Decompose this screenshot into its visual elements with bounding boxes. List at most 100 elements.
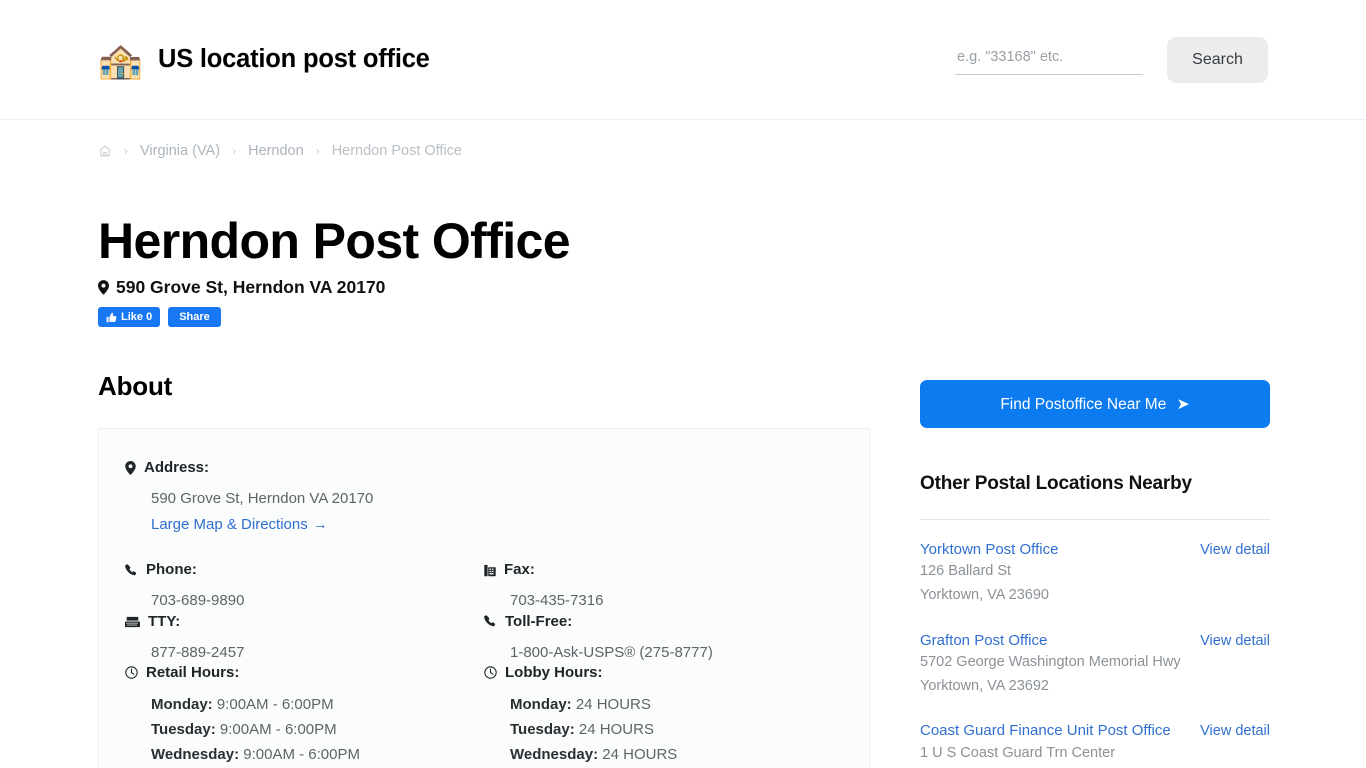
lobby-hours-label: Lobby Hours: (505, 663, 603, 681)
find-postoffice-near-me-button[interactable]: Find Postoffice Near Me ➤ (920, 380, 1270, 428)
list-item[interactable]: Coast Guard Finance Unit Post Office 1 U… (920, 701, 1270, 768)
address-block: Address: 590 Grove St, Herndon VA 20170 … (125, 459, 843, 534)
fax-label: Fax: (504, 561, 535, 579)
tty-block: TTY: 877-889-2457 (125, 613, 484, 664)
nearby-street: 126 Ballard St (920, 563, 1012, 580)
retail-hours-list: Monday: 9:00AM - 6:00PM Tuesday: 9:00AM … (151, 692, 484, 768)
breadcrumb-separator: › (124, 144, 128, 158)
breadcrumb-separator: › (315, 144, 320, 158)
about-info-card: Address: 590 Grove St, Herndon VA 20170 … (98, 428, 870, 768)
fax-value: 703-435-7316 (510, 592, 604, 610)
thumbs-up-icon (106, 312, 117, 323)
search-input[interactable] (955, 44, 1143, 75)
hours-row: Retail Hours: Monday: 9:00AM - 6:00PM Tu… (125, 664, 843, 768)
large-map-directions-link[interactable]: Large Map & Directions → (151, 516, 328, 533)
address-label: Address: (144, 459, 210, 476)
phone-icon (484, 615, 497, 628)
breadcrumb-item-state[interactable]: Virginia (VA) (140, 143, 220, 159)
tty-label: TTY: (148, 612, 181, 630)
hours-item: Wednesday: 24 HOURS (510, 742, 843, 767)
breadcrumb: › Virginia (VA) › Herndon › Herndon Post… (98, 120, 1268, 166)
brand-link[interactable]: 🏤 US location post office (98, 38, 430, 80)
breadcrumb-separator: › (232, 144, 237, 158)
sidebar: Find Postoffice Near Me ➤ Other Postal L… (920, 371, 1270, 768)
hours-time: 24 HOURS (602, 746, 678, 764)
list-item[interactable]: Yorktown Post Office 126 Ballard St York… (920, 520, 1270, 611)
tollfree-label: Toll-Free: (505, 612, 573, 630)
phone-label: Phone: (146, 561, 197, 579)
about-column: About Address: 590 Grove St, Herndon VA … (98, 371, 870, 768)
hours-day: Wednesday: (510, 746, 599, 764)
page-title: Herndon Post Office (98, 213, 571, 269)
hero-address: 590 Grove St, Herndon VA 20170 (98, 277, 1268, 298)
hours-day: Tuesday: (151, 720, 216, 738)
phone-block: Phone: 703-689-9890 (125, 561, 484, 612)
lobby-hours-label-row: Lobby Hours: (484, 664, 843, 682)
phone-value: 703-689-9890 (151, 592, 245, 610)
clock-icon (484, 666, 497, 679)
site-header: 🏤 US location post office Search (0, 0, 1366, 120)
nearby-street: 5702 George Washington Memorial Hwy (920, 653, 1181, 670)
hours-day: Wednesday: (151, 746, 240, 764)
hours-day: Monday: (510, 695, 572, 713)
view-detail-link[interactable]: View detail (1200, 631, 1270, 649)
hero-block: Herndon Post Office 590 Grove St, Herndo… (98, 166, 1268, 327)
hours-item: Tuesday: 9:00AM - 6:00PM (151, 717, 484, 742)
nearby-location-link[interactable]: Coast Guard Finance Unit Post Office (920, 721, 1188, 740)
fax-block: Fax: 703-435-7316 (484, 561, 843, 612)
hours-item: Monday: 9:00AM - 6:00PM (151, 692, 484, 717)
fax-icon (484, 564, 496, 577)
header-search: Search (955, 36, 1268, 83)
lobby-hours-block: Lobby Hours: Monday: 24 HOURS Tuesday: 2… (484, 664, 843, 768)
hours-item: Monday: 24 HOURS (510, 692, 843, 717)
find-button-label: Find Postoffice Near Me (1000, 395, 1167, 413)
nearby-location-link[interactable]: Yorktown Post Office (920, 540, 1188, 559)
navigation-arrow-icon: ➤ (1176, 395, 1190, 413)
home-icon (98, 144, 112, 158)
address-label-row: Address: (125, 459, 843, 477)
view-detail-link[interactable]: View detail (1200, 540, 1270, 558)
list-item[interactable]: Grafton Post Office 5702 George Washingt… (920, 611, 1270, 702)
facebook-like-label: Like 0 (121, 311, 153, 323)
tty-value: 877-889-2457 (151, 643, 245, 661)
arrow-right-icon: → (312, 516, 328, 534)
fax-label-row: Fax: (484, 561, 843, 579)
retail-hours-label-row: Retail Hours: (125, 664, 484, 682)
hours-time: 9:00AM - 6:00PM (243, 746, 360, 764)
hours-item: Wednesday: 9:00AM - 6:00PM (151, 742, 484, 767)
hours-time: 24 HOURS (575, 695, 651, 713)
retail-hours-block: Retail Hours: Monday: 9:00AM - 6:00PM Tu… (125, 664, 484, 768)
clock-icon (125, 666, 138, 679)
hours-time: 9:00AM - 6:00PM (219, 720, 337, 738)
tollfree-label-row: Toll-Free: (484, 613, 843, 631)
hours-time: 9:00AM - 6:00PM (216, 695, 334, 713)
nearby-location-link[interactable]: Grafton Post Office (920, 631, 1188, 650)
map-link-text: Large Map & Directions (151, 516, 308, 534)
facebook-share-button[interactable]: Share (168, 307, 221, 327)
nearby-info: Grafton Post Office 5702 George Washingt… (920, 631, 1188, 698)
lobby-hours-list: Monday: 24 HOURS Tuesday: 24 HOURS Wedne… (510, 692, 843, 768)
breadcrumb-home-link[interactable] (98, 144, 112, 158)
retail-hours-label: Retail Hours: (146, 663, 240, 681)
nearby-info: Yorktown Post Office 126 Ballard St York… (920, 540, 1188, 607)
view-detail-link[interactable]: View detail (1200, 721, 1270, 739)
hours-item: Tuesday: 24 HOURS (510, 717, 843, 742)
about-heading: About (98, 371, 173, 401)
brand-title: US location post office (158, 45, 430, 73)
nearby-street: 1 U S Coast Guard Trn Center (920, 744, 1116, 761)
post-office-building-icon: 🏤 (98, 38, 143, 80)
facebook-like-button[interactable]: Like 0 (98, 307, 161, 327)
breadcrumb-item-current: Herndon Post Office (331, 143, 462, 159)
tollfree-value: 1-800-Ask-USPS® (275-8777) (510, 643, 713, 661)
nearby-citystate: Yorktown, VA 23690 (920, 586, 1049, 603)
social-buttons: Like 0 Share (98, 307, 1268, 327)
hours-time: 24 HOURS (578, 720, 654, 738)
tollfree-block: Toll-Free: 1-800-Ask-USPS® (275-8777) (484, 613, 843, 664)
search-button[interactable]: Search (1167, 36, 1268, 83)
breadcrumb-item-city[interactable]: Herndon (248, 143, 304, 159)
nearby-citystate: Yorktown, VA 23692 (920, 677, 1049, 694)
nearby-heading: Other Postal Locations Nearby (920, 473, 1192, 494)
teletype-icon (125, 616, 140, 628)
map-pin-icon (125, 461, 136, 475)
main-grid: About Address: 590 Grove St, Herndon VA … (98, 371, 1270, 768)
